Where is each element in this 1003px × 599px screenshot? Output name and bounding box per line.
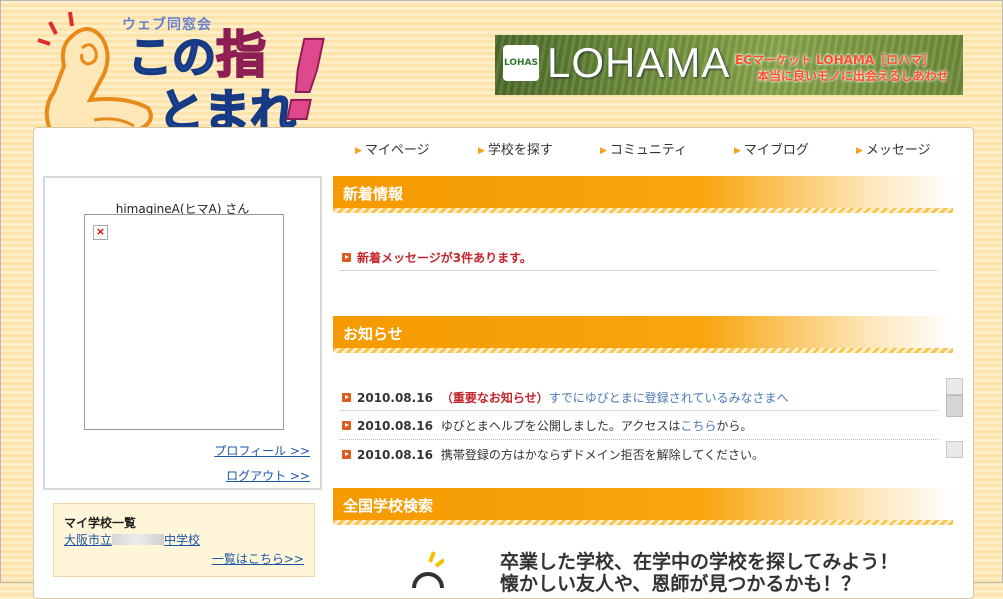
notice-link[interactable]: すでにゆびとまに登録されているみなさまへ	[549, 391, 789, 405]
nav-item-message[interactable]: ▶ メッセージ	[856, 139, 931, 158]
new-message-alert[interactable]: 新着メッセージが3件あります。	[342, 249, 532, 266]
bullet-arrow-icon	[342, 450, 351, 459]
global-nav: ▶ マイページ ▶ 学校を探す ▶ コミュニティ ▶ マイブログ ▶ メッセージ	[350, 139, 960, 158]
notice-item: 2010.08.16 携帯登録の方はかならずドメイン拒否を解除してください。	[342, 446, 764, 463]
notices-scrollbar[interactable]	[946, 378, 963, 458]
logo-exclamation: !	[265, 16, 344, 146]
bullet-arrow-icon	[342, 421, 351, 430]
school-list-more-link[interactable]: 一覧はこちら>>	[212, 550, 304, 567]
my-school-box: マイ学校一覧 大阪市立 中学校 一覧はこちら>>	[53, 503, 315, 577]
bullet-arrow-icon	[342, 393, 351, 402]
school-link[interactable]: 大阪市立 中学校	[64, 531, 200, 548]
nav-arrow-icon: ▶	[478, 146, 485, 156]
nav-item-myblog[interactable]: ▶ マイブログ	[734, 139, 809, 158]
scroll-thumb[interactable]	[946, 395, 963, 417]
header-stripe	[333, 208, 953, 213]
scroll-down-arrow[interactable]	[946, 441, 963, 458]
notice-item: 2010.08.16 ゆびとまヘルプを公開しました。アクセスはこちらから。	[342, 417, 752, 434]
my-school-heading: マイ学校一覧	[64, 516, 137, 530]
nav-arrow-icon: ▶	[856, 146, 863, 156]
divider	[340, 270, 938, 271]
logo-line1: この指	[127, 26, 267, 84]
banner-tagline-2: 本当に良いモノに出会えるしあわせ	[757, 69, 949, 83]
nav-item-community[interactable]: ▶ コミュニティ	[600, 139, 687, 158]
school-search-header: 全国学校検索	[333, 488, 953, 520]
profile-box: himagineA(ヒマA) さん × プロフィール >> ログアウト >>	[43, 176, 322, 490]
notice-item: 2010.08.16 （重要なお知らせ）すでにゆびとまに登録されているみなさまへ	[342, 389, 788, 406]
notices-header: お知らせ	[333, 316, 953, 348]
divider	[340, 439, 938, 440]
scroll-up-arrow[interactable]	[946, 378, 963, 395]
nav-item-find-school[interactable]: ▶ 学校を探す	[478, 139, 553, 158]
banner-tagline-1: ECマーケット LOHAMA［ロハマ］	[735, 53, 935, 67]
profile-photo[interactable]: ×	[84, 214, 284, 430]
whats-new-header: 新着情報	[333, 176, 953, 208]
divider	[340, 410, 938, 411]
profile-link[interactable]: プロフィール >>	[214, 442, 310, 459]
nav-arrow-icon: ▶	[600, 146, 607, 156]
nav-arrow-icon: ▶	[355, 146, 362, 156]
bullet-arrow-icon	[342, 253, 351, 262]
magnifier-icon	[412, 551, 444, 588]
logout-link[interactable]: ログアウト >>	[226, 467, 310, 484]
broken-image-icon: ×	[93, 225, 108, 240]
nav-item-mypage[interactable]: ▶ マイページ	[355, 139, 430, 158]
banner-brand: LOHAMA	[547, 39, 731, 86]
nav-arrow-icon: ▶	[734, 146, 741, 156]
header-stripe	[333, 348, 953, 353]
help-link[interactable]: こちら	[680, 419, 716, 433]
redacted-school-name	[112, 534, 165, 545]
lohama-ad-banner[interactable]: LOHAS LOHAMA ECマーケット LOHAMA［ロハマ］ 本当に良いモノ…	[495, 35, 963, 95]
lohas-badge-icon: LOHAS	[503, 45, 539, 81]
header-stripe	[333, 520, 953, 525]
